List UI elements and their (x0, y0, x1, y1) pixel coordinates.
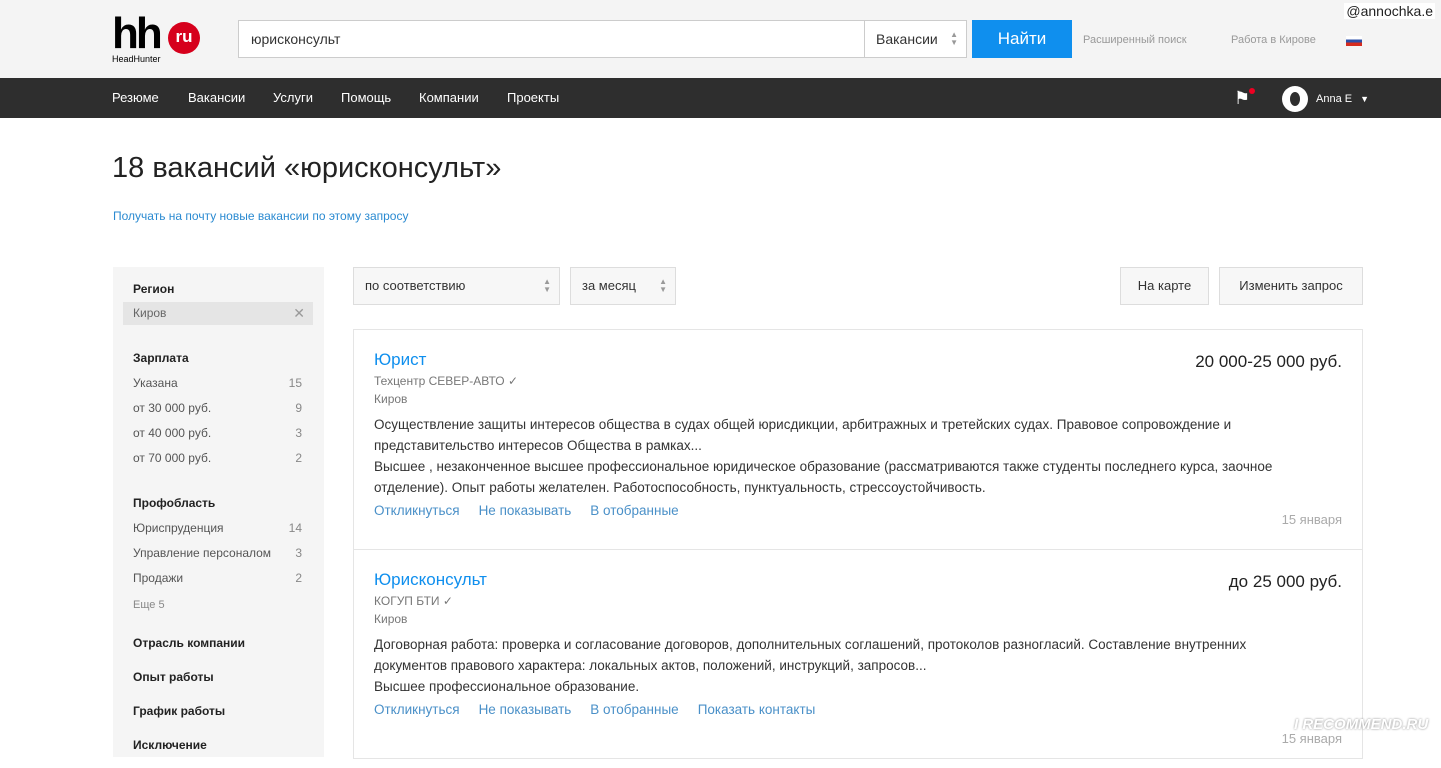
nav-resume[interactable]: Резюме (112, 90, 159, 105)
region-chip[interactable]: Киров ✕ (123, 302, 313, 325)
map-button[interactable]: На карте (1120, 267, 1209, 305)
nav-help[interactable]: Помощь (341, 90, 391, 105)
watermark-user: @annochka.e (1344, 3, 1435, 19)
filter-option[interactable]: Указана 15 (133, 376, 302, 390)
filter-heading-schedule[interactable]: График работы (133, 704, 225, 718)
vacancy-city: Киров (374, 392, 408, 406)
show-contacts-link[interactable]: Показать контакты (698, 702, 816, 717)
favorite-link[interactable]: В отобранные (590, 702, 678, 717)
page-title: 18 вакансий «юрисконсульт» (112, 152, 502, 184)
vacancy-card: Юрист 20 000-25 000 руб. Техцентр СЕВЕР-… (354, 330, 1362, 549)
logo-text: hh (112, 9, 163, 58)
verified-check-icon: ✓ (442, 594, 453, 608)
main-nav: Резюме Вакансии Услуги Помощь Компании П… (0, 78, 1441, 118)
period-select[interactable]: за месяц ▲ ▼ (570, 267, 676, 305)
search-input[interactable]: юрисконсульт (238, 20, 865, 58)
filter-heading-exclude[interactable]: Исключение (133, 738, 207, 752)
find-button[interactable]: Найти (972, 20, 1072, 58)
filter-heading-industry[interactable]: Отрасль компании (133, 636, 245, 650)
option-label: от 30 000 руб. (133, 401, 212, 415)
vacancy-requirements: Высшее профессиональное образование. (374, 679, 640, 694)
hide-link[interactable]: Не показывать (479, 702, 572, 717)
filter-heading-experience[interactable]: Опыт работы (133, 670, 214, 684)
verified-check-icon: ✓ (507, 374, 519, 388)
nav-projects[interactable]: Проекты (507, 90, 559, 105)
user-name: Anna E (1316, 93, 1353, 105)
advanced-search-link[interactable]: Расширенный поиск (1083, 34, 1187, 46)
filter-option[interactable]: Продажи 2 (133, 571, 302, 585)
vacancy-city: Киров (374, 612, 408, 626)
recommend-watermark: I RECOMMEND.RU (1294, 716, 1429, 733)
header: hh ru HeadHunter юрисконсульт Вакансии ▲ ▼… (0, 0, 1441, 78)
period-label: за месяц (582, 278, 636, 293)
vacancy-card: Юрисконсульт до 25 000 руб. КОГУП БТИ ✓ … (354, 549, 1362, 768)
notifications-flag-icon[interactable]: ⚑ (1234, 88, 1256, 109)
option-count: 3 (295, 426, 302, 440)
region-value: Киров (133, 306, 167, 320)
option-count: 9 (295, 401, 302, 415)
vacancy-list: Юрист 20 000-25 000 руб. Техцентр СЕВЕР-… (353, 329, 1363, 759)
option-count: 3 (295, 546, 302, 560)
logo-sub: HeadHunter (112, 54, 161, 64)
option-label: Управление персоналом (133, 546, 272, 560)
filter-option[interactable]: от 70 000 руб. 2 (133, 451, 302, 465)
company-link[interactable]: КОГУП БТИ (374, 594, 440, 608)
favorite-link[interactable]: В отобранные (590, 503, 678, 518)
option-label: Указана (133, 376, 178, 390)
chevron-down-icon: ▼ (1360, 94, 1370, 104)
updown-icon: ▲ ▼ (543, 277, 551, 294)
vacancy-date: 15 января (1281, 731, 1342, 746)
avatar (1282, 86, 1308, 112)
option-label: Юриспруденция (133, 521, 224, 535)
vacancy-date: 15 января (1281, 512, 1342, 527)
vacancy-requirements: Высшее , незаконченное высшее профессион… (374, 459, 1273, 495)
option-count: 14 (288, 521, 302, 535)
vacancy-salary: 20 000-25 000 руб. (1195, 352, 1342, 371)
nav-companies[interactable]: Компании (419, 90, 479, 105)
close-icon[interactable]: ✕ (293, 302, 305, 325)
search-type-select[interactable]: Вакансии ▲ ▼ (864, 20, 967, 58)
option-count: 2 (295, 571, 302, 585)
filter-option[interactable]: Юриспруденция 14 (133, 521, 302, 535)
company-link[interactable]: Техцентр СЕВЕР-АВТО (374, 374, 505, 388)
option-label: от 40 000 руб. (133, 426, 212, 440)
filter-heading: Зарплата (133, 351, 189, 365)
user-menu[interactable]: Anna E ▼ (1282, 86, 1369, 112)
vacancy-responsibilities: Договорная работа: проверка и согласован… (374, 637, 1247, 673)
logo-badge: ru (168, 22, 200, 54)
vacancy-title[interactable]: Юрисконсульт (374, 570, 1342, 590)
filter-heading: Профобласть (133, 496, 216, 510)
sort-order-select[interactable]: по соответствию ▲ ▼ (353, 267, 560, 305)
vacancy-salary: до 25 000 руб. (1228, 572, 1342, 591)
filter-option[interactable]: Управление персоналом 3 (133, 546, 302, 560)
sort-order-label: по соответствию (365, 278, 466, 293)
nav-services[interactable]: Услуги (273, 90, 313, 105)
city-link[interactable]: Работа в Кирове (1231, 34, 1316, 46)
search-type-label: Вакансии (876, 31, 938, 47)
option-label: Продажи (133, 571, 184, 585)
updown-icon: ▲ ▼ (659, 277, 667, 294)
updown-icon: ▲ ▼ (950, 30, 958, 47)
filter-heading: Регион (133, 282, 175, 296)
russia-flag-icon[interactable] (1346, 36, 1362, 46)
filters-sidebar: Регион Киров ✕ Зарплата Указана 15 от 30 0… (113, 267, 324, 757)
hide-link[interactable]: Не показывать (479, 503, 572, 518)
option-count: 15 (288, 376, 302, 390)
show-more-link[interactable]: Еще 5 (133, 599, 302, 611)
change-query-button[interactable]: Изменить запрос (1219, 267, 1363, 305)
vacancy-responsibilities: Осуществление защиты интересов общества … (374, 417, 1232, 453)
option-count: 2 (295, 451, 302, 465)
nav-vacancies[interactable]: Вакансии (188, 90, 245, 105)
option-label: от 70 000 руб. (133, 451, 212, 465)
filter-option[interactable]: от 40 000 руб. 3 (133, 426, 302, 440)
subscribe-link[interactable]: Получать на почту новые вакансии по этом… (113, 209, 408, 223)
hh-logo[interactable]: hh ru HeadHunter (112, 12, 202, 64)
respond-link[interactable]: Откликнуться (374, 503, 460, 518)
filter-option[interactable]: от 30 000 руб. 9 (133, 401, 302, 415)
respond-link[interactable]: Откликнуться (374, 702, 460, 717)
